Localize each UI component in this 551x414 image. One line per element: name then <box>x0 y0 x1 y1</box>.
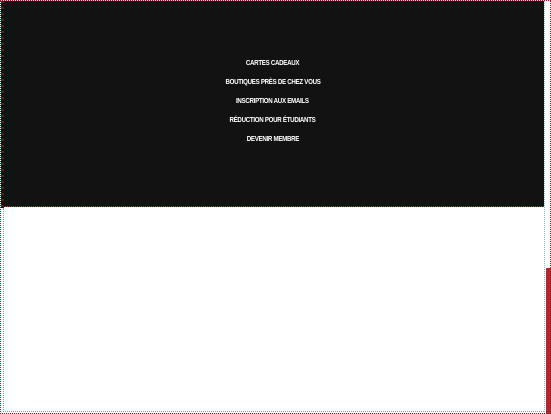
vertical-scrollbar[interactable] <box>544 0 551 414</box>
gift-cards-link[interactable]: CARTES CADEAUX <box>246 56 300 75</box>
scrollbar-thumb[interactable] <box>546 268 551 414</box>
footer-links: CARTES CADEAUX BOUTIQUES PRÈS DE CHEZ VO… <box>1 56 544 151</box>
footer-panel: CARTES CADEAUX BOUTIQUES PRÈS DE CHEZ VO… <box>1 1 544 208</box>
footer-link-item: CARTES CADEAUX <box>240 56 305 75</box>
footer-link-item: DEVENIR MEMBRE <box>241 132 305 151</box>
content-area <box>3 208 544 412</box>
become-member-link[interactable]: DEVENIR MEMBRE <box>246 132 299 151</box>
student-discount-link[interactable]: RÉDUCTION POUR ÉTUDIANTS <box>229 113 315 132</box>
store-locator-link[interactable]: BOUTIQUES PRÈS DE CHEZ VOUS <box>225 75 320 94</box>
footer-link-item: INSCRIPTION AUX EMAILS <box>228 94 317 113</box>
email-signup-link[interactable]: INSCRIPTION AUX EMAILS <box>236 94 309 113</box>
footer-link-item: RÉDUCTION POUR ÉTUDIANTS <box>220 113 325 132</box>
footer-link-item: BOUTIQUES PRÈS DE CHEZ VOUS <box>215 75 331 94</box>
